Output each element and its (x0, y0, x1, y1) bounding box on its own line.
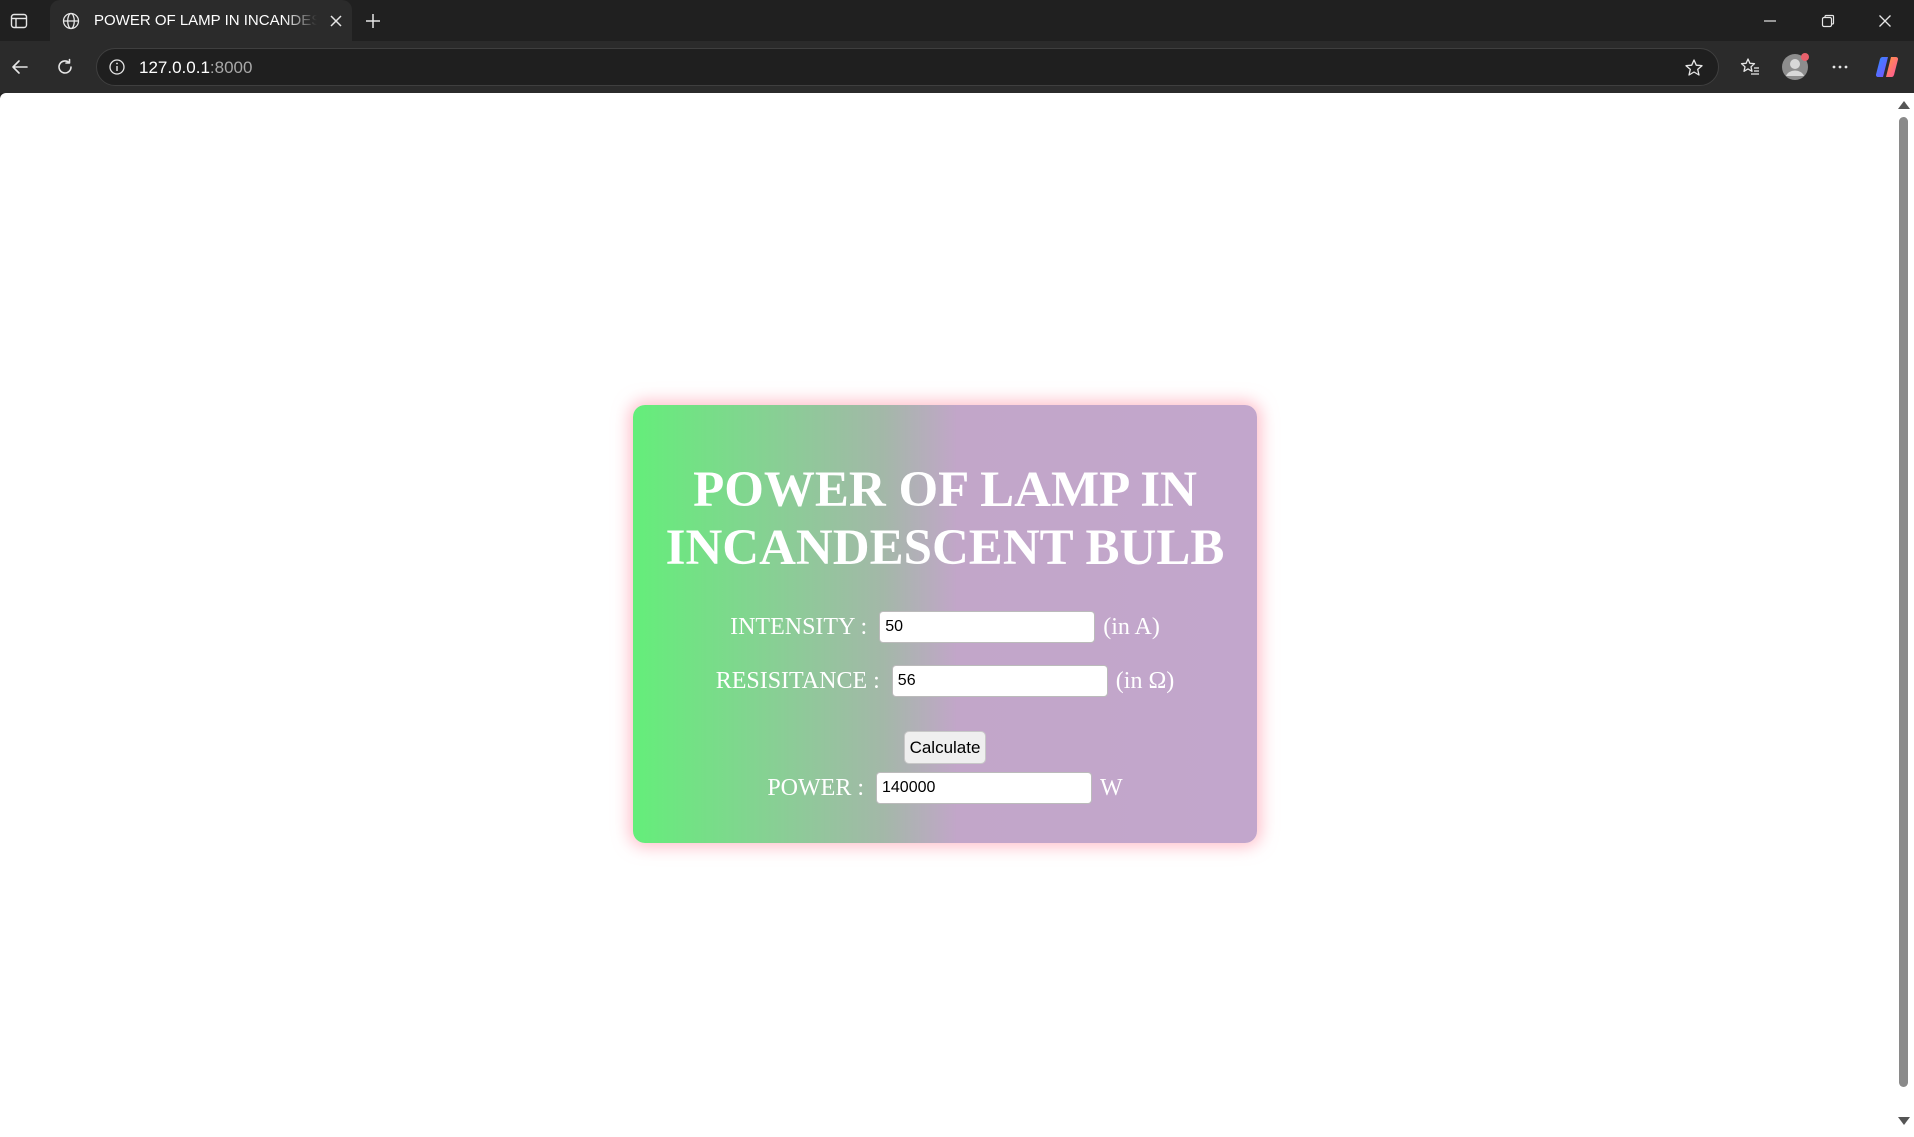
reload-icon[interactable] (49, 51, 81, 83)
close-icon[interactable] (325, 10, 347, 32)
scroll-thumb[interactable] (1899, 117, 1908, 1087)
resistance-label: RESISITANCE : (715, 667, 880, 694)
tab-panel-icon[interactable] (6, 8, 32, 34)
browser-tab[interactable]: POWER OF LAMP IN INCANDESCENT BULB (50, 0, 352, 41)
power-row: POWER : W (633, 772, 1257, 804)
profile-icon[interactable] (1779, 51, 1811, 83)
minimize-icon[interactable] (1755, 7, 1785, 35)
plus-icon[interactable] (360, 8, 386, 34)
window-close-icon[interactable] (1870, 7, 1900, 35)
page-title: POWER OF LAMP IN INCANDESCENT BULB (665, 462, 1225, 576)
intensity-row: INTENSITY : (in A) (633, 611, 1257, 643)
intensity-input[interactable] (879, 611, 1096, 643)
resistance-input[interactable] (891, 665, 1108, 697)
intensity-label: INTENSITY : (730, 613, 868, 640)
resistance-row: RESISITANCE : (in Ω) (633, 665, 1257, 697)
tab-title: POWER OF LAMP IN INCANDESCENT BULB (94, 12, 317, 29)
scroll-down-arrow-icon[interactable] (1898, 1117, 1910, 1125)
star-icon[interactable] (1682, 56, 1706, 80)
power-unit: W (1100, 774, 1123, 801)
resistance-unit: (in Ω) (1115, 667, 1175, 694)
address-bar[interactable]: 127.0.0.1:8000 (96, 48, 1719, 86)
intensity-unit: (in A) (1103, 613, 1160, 640)
url-text: 127.0.0.1:8000 (139, 58, 252, 78)
copilot-icon[interactable] (1871, 51, 1903, 83)
calculate-button[interactable]: Calculate (904, 731, 986, 764)
favorites-icon[interactable] (1734, 51, 1766, 83)
info-icon[interactable] (107, 57, 127, 77)
page-viewport: POWER OF LAMP IN INCANDESCENT BULB INTEN… (0, 93, 1892, 1137)
back-arrow-icon[interactable] (4, 51, 36, 83)
scroll-up-arrow-icon[interactable] (1898, 101, 1910, 109)
url-port: :8000 (209, 58, 253, 77)
globe-icon (60, 10, 82, 32)
restore-icon[interactable] (1813, 7, 1843, 35)
vertical-scrollbar[interactable] (1892, 93, 1914, 1137)
tab-strip: POWER OF LAMP IN INCANDESCENT BULB (0, 0, 1914, 41)
calculator-card: POWER OF LAMP IN INCANDESCENT BULB INTEN… (633, 405, 1257, 843)
more-icon[interactable] (1824, 51, 1856, 83)
power-output[interactable] (876, 772, 1092, 804)
url-host: 127.0.0.1 (139, 58, 210, 77)
browser-toolbar: 127.0.0.1:8000 (0, 41, 1914, 93)
power-label: POWER : (767, 774, 864, 801)
